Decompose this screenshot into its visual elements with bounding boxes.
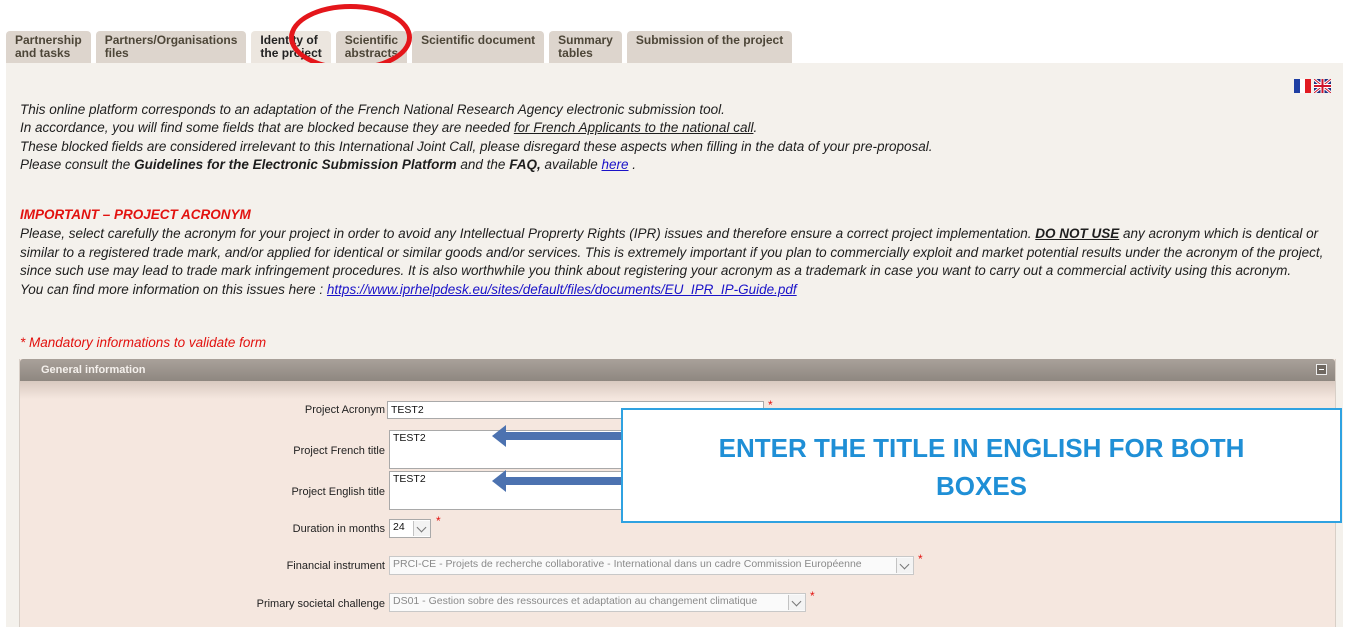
duration-value: 24 <box>393 521 405 533</box>
intro-line-4-available: available <box>540 157 602 173</box>
section-shade <box>20 381 1335 399</box>
intro-line-4-and: and the <box>456 157 510 173</box>
faq-text: FAQ, <box>509 157 541 173</box>
tab-partnership[interactable]: Partnership and tasks <box>6 31 91 63</box>
uk-flag-icon[interactable] <box>1314 79 1331 93</box>
tab-scientific-document[interactable]: Scientific document <box>412 31 545 63</box>
intro-text: This online platform corresponds to an a… <box>20 101 1340 175</box>
societal-challenge-value: DS01 - Gestion sobre des ressources et a… <box>393 595 758 607</box>
ipr-guide-link[interactable]: https://www.iprhelpdesk.eu/sites/default… <box>327 282 797 297</box>
societal-challenge-select[interactable]: DS01 - Gestion sobre des ressources et a… <box>389 593 806 612</box>
minus-box-icon[interactable] <box>1316 364 1327 375</box>
required-star: * <box>810 589 815 603</box>
financial-instrument-value: PRCI-CE - Projets de recherche collabora… <box>393 558 862 570</box>
french-title-label: Project French title <box>293 445 385 457</box>
chevron-down-icon[interactable] <box>413 521 430 536</box>
section-title: General information <box>41 364 146 376</box>
intro-line-4-end: . <box>628 157 637 173</box>
societal-challenge-label: Primary societal challenge <box>256 598 385 610</box>
intro-line-3: These blocked fields are considered irre… <box>20 138 933 154</box>
language-switcher <box>1294 79 1331 93</box>
intro-line-2-end: . <box>753 120 758 136</box>
english-title-label: Project English title <box>291 486 385 498</box>
intro-line-4-text: Please consult the <box>20 157 135 173</box>
intro-line-2-underlined: for French Applicants to the national ca… <box>513 120 754 136</box>
callout-line-2: BOXES <box>935 471 1028 501</box>
required-star: * <box>918 552 923 566</box>
intro-line-1: This online platform corresponds to an a… <box>20 102 725 117</box>
callout-box: ENTER THE TITLE IN ENGLISH FOR BOTH BOXE… <box>621 408 1342 523</box>
financial-instrument-label: Financial instrument <box>286 560 385 572</box>
arrow-left-icon <box>492 470 622 492</box>
french-flag-icon[interactable] <box>1294 79 1312 93</box>
tab-partners-files[interactable]: Partners/Organisations files <box>95 31 247 63</box>
intro-line-2: In accordance, you will find some fields… <box>20 119 1340 137</box>
required-star: * <box>436 514 441 528</box>
callout-line-1: ENTER THE TITLE IN ENGLISH FOR BOTH <box>718 433 1245 463</box>
highlight-circle-annotation <box>289 4 412 71</box>
intro-line-4: Please consult the Guidelines for the El… <box>20 156 1340 174</box>
tab-submission[interactable]: Submission of the project <box>626 31 793 63</box>
guidelines-text: Guidelines for the Electronic Submission… <box>134 157 457 173</box>
duration-select[interactable]: 24 <box>389 519 431 538</box>
acronym-label: Project Acronym <box>304 404 385 416</box>
here-link[interactable]: here <box>602 157 629 172</box>
mandatory-note: * Mandatory informations to validate for… <box>20 335 267 350</box>
chevron-down-icon[interactable] <box>788 595 805 610</box>
important-paragraph: Please, select carefully the acronym for… <box>20 225 1338 299</box>
do-not-use-text: DO NOT USE <box>1035 226 1120 241</box>
section-header[interactable]: General information <box>20 359 1335 381</box>
chevron-down-icon[interactable] <box>896 558 913 573</box>
important-title: IMPORTANT – PROJECT ACRONYM <box>20 207 251 222</box>
more-info-text: You can find more information on this is… <box>20 281 327 297</box>
duration-label: Duration in months <box>292 523 385 535</box>
intro-line-2-text: In accordance, you will find some fields… <box>20 120 514 136</box>
important-text-a: Please, select carefully the acronym for… <box>20 226 1036 241</box>
tab-summary-tables[interactable]: Summary tables <box>549 31 622 63</box>
arrow-left-icon <box>492 425 622 447</box>
financial-instrument-select[interactable]: PRCI-CE - Projets de recherche collabora… <box>389 556 914 575</box>
